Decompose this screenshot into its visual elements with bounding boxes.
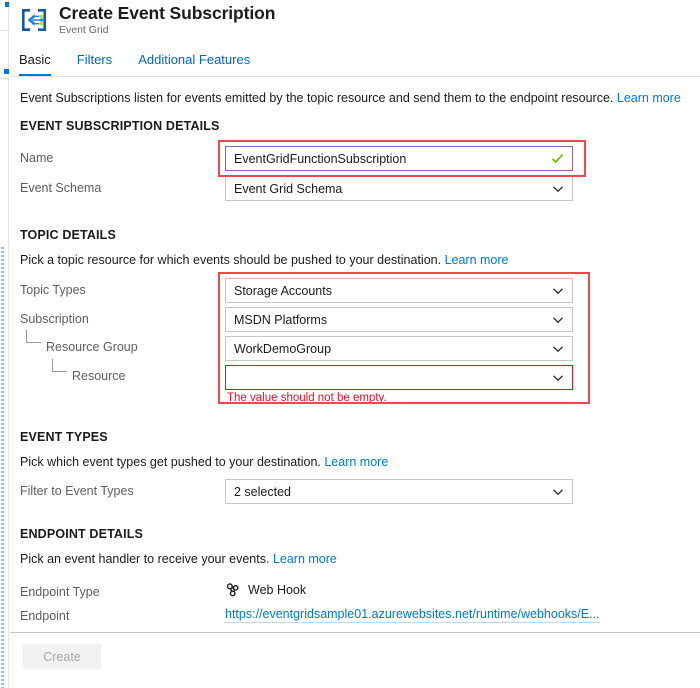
name-input[interactable]: EventGridFunctionSubscription	[225, 146, 573, 171]
endpoint-details-description: Pick an event handler to receive your ev…	[20, 552, 337, 566]
subscription-dropdown[interactable]: MSDN Platforms	[225, 307, 573, 332]
topic-details-description: Pick a topic resource for which events s…	[20, 253, 509, 267]
event-types-learn-more-link[interactable]: Learn more	[324, 455, 388, 469]
chevron-down-icon	[552, 372, 564, 384]
tab-filters[interactable]: Filters	[77, 52, 112, 76]
label-endpoint: Endpoint	[20, 609, 70, 623]
chevron-down-icon	[552, 486, 564, 498]
left-dashed-guide	[1, 247, 4, 688]
chevron-down-icon	[552, 343, 564, 355]
label-resource-group: Resource Group	[46, 340, 138, 354]
page-title: Create Event Subscription	[59, 2, 276, 23]
subscription-value: MSDN Platforms	[234, 312, 328, 327]
endpoint-type-value: Web Hook	[248, 582, 307, 597]
event-types-description: Pick which event types get pushed to you…	[20, 455, 388, 469]
rail-accent-marker-top	[5, 2, 9, 7]
blade-header: Create Event Subscription Event Grid	[10, 0, 700, 40]
label-resource: Resource	[72, 369, 126, 383]
resource-group-dropdown[interactable]: WorkDemoGroup	[225, 336, 573, 361]
section-heading-endpoint-details: ENDPOINT DETAILS	[20, 527, 144, 541]
label-topic-types: Topic Types	[20, 283, 86, 297]
tab-basic[interactable]: Basic	[19, 52, 51, 76]
tree-connector-resource-group	[26, 330, 41, 343]
event-schema-dropdown[interactable]: Event Grid Schema	[225, 176, 573, 201]
label-endpoint-type: Endpoint Type	[20, 585, 100, 599]
event-schema-value: Event Grid Schema	[234, 181, 343, 196]
intro-learn-more-link[interactable]: Learn more	[617, 91, 681, 105]
create-button[interactable]: Create	[23, 644, 101, 669]
page-subtitle: Event Grid	[59, 23, 109, 36]
topic-types-value: Storage Accounts	[234, 283, 332, 298]
endpoint-details-learn-more-link[interactable]: Learn more	[273, 552, 337, 566]
webhook-icon	[225, 582, 240, 597]
name-input-value: EventGridFunctionSubscription	[234, 151, 407, 166]
topic-details-learn-more-link[interactable]: Learn more	[445, 253, 509, 267]
chevron-down-icon	[552, 314, 564, 326]
green-check-icon	[551, 152, 564, 165]
intro-text: Event Subscriptions listen for events em…	[20, 90, 681, 106]
section-heading-event-types: EVENT TYPES	[20, 430, 108, 444]
topic-types-dropdown[interactable]: Storage Accounts	[225, 278, 573, 303]
blade-footer: Create	[10, 632, 700, 688]
resource-group-value: WorkDemoGroup	[234, 341, 332, 356]
form-scroll-area: Event Subscriptions listen for events em…	[10, 78, 700, 632]
endpoint-type-value-row: Web Hook	[225, 582, 306, 597]
event-grid-icon	[19, 7, 49, 33]
event-types-description-text: Pick which event types get pushed to you…	[20, 455, 321, 469]
label-filter-to-event-types: Filter to Event Types	[20, 484, 134, 498]
filter-to-event-types-dropdown[interactable]: 2 selected	[225, 479, 573, 504]
tab-bar: Basic Filters Additional Features	[10, 41, 700, 77]
tree-connector-resource	[52, 359, 67, 372]
resource-dropdown[interactable]	[225, 365, 573, 390]
rail-divider-top	[0, 30, 9, 31]
chevron-down-icon	[552, 183, 564, 195]
label-subscription: Subscription	[20, 312, 89, 326]
section-heading-topic-details: TOPIC DETAILS	[20, 228, 116, 242]
filter-to-event-types-value: 2 selected	[234, 484, 291, 499]
intro-sentence: Event Subscriptions listen for events em…	[20, 91, 614, 105]
label-event-schema: Event Schema	[20, 181, 102, 195]
section-heading-event-subscription-details: EVENT SUBSCRIPTION DETAILS	[20, 119, 220, 133]
endpoint-url-link[interactable]: https://eventgridsample01.azurewebsites.…	[225, 607, 600, 623]
chevron-down-icon	[552, 285, 564, 297]
tab-additional-features[interactable]: Additional Features	[138, 52, 250, 76]
endpoint-details-description-text: Pick an event handler to receive your ev…	[20, 552, 270, 566]
resource-error-message: The value should not be empty.	[227, 392, 387, 404]
rail-divider-mid	[0, 78, 9, 79]
label-name: Name	[20, 151, 54, 165]
topic-details-description-text: Pick a topic resource for which events s…	[20, 253, 442, 267]
rail-accent-marker-mid	[4, 69, 9, 74]
